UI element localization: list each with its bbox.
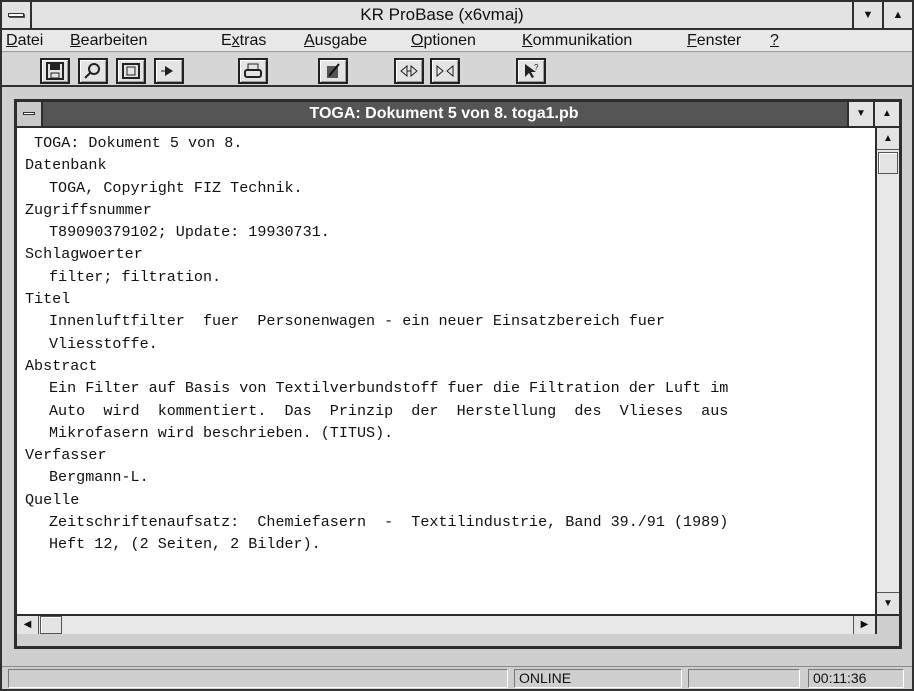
menu-datei[interactable]: Datei: [6, 30, 43, 52]
status-panel-empty: [688, 669, 800, 688]
help-pointer-icon: ?: [525, 63, 539, 78]
menu-ausgabe-label: Ausgabe: [304, 32, 368, 49]
minimize-icon: ▼: [862, 9, 874, 21]
vertical-scroll-thumb[interactable]: [878, 152, 898, 174]
minimize-button[interactable]: ▼: [852, 2, 882, 28]
window-icon: [122, 63, 140, 79]
document-field-label: Schlagwoerter: [25, 245, 143, 264]
app-title: KR ProBase (x6vmaj): [360, 5, 524, 24]
document-text-area[interactable]: TOGA: Dokument 5 von 8. Datenbank TOGA, Co…: [17, 128, 875, 614]
document-title-bar[interactable]: TOGA: Dokument 5 von 8. toga1.pb ▼ ▲: [17, 102, 899, 128]
document-field-value: Bergmann-L.: [49, 468, 149, 487]
save-button[interactable]: [40, 58, 70, 84]
previous-document-button[interactable]: [394, 58, 424, 84]
horizontal-scroll-thumb[interactable]: [40, 616, 62, 634]
document-field-value: Auto wird kommentiert. Das Prinzip der H…: [49, 401, 729, 420]
system-menu-icon: [8, 13, 24, 17]
menu-kommunikation-label: Kommunikation: [522, 32, 633, 49]
document-maximize-button[interactable]: ▲: [873, 102, 899, 126]
print-button[interactable]: [238, 58, 268, 84]
scroll-right-button[interactable]: ▶: [853, 616, 875, 634]
arrow-up-icon: ▲: [883, 133, 893, 144]
status-panel-message: [8, 669, 508, 688]
arrow-down-icon: ▼: [883, 598, 893, 609]
status-connection: ONLINE: [514, 669, 682, 688]
document-field-label: Quelle: [25, 490, 80, 509]
document-field-value: TOGA, Copyright FIZ Technik.: [49, 178, 303, 197]
window-button[interactable]: [116, 58, 146, 84]
document-window: TOGA: Dokument 5 von 8. toga1.pb ▼ ▲ TOG…: [14, 99, 902, 649]
menu-help[interactable]: ?: [770, 30, 779, 52]
navigate-icon: [161, 66, 173, 76]
document-field-value: Innenluftfilter fuer Personenwagen - ein…: [49, 312, 665, 331]
next-document-button[interactable]: [430, 58, 460, 84]
menu-fenster-label: Fenster: [687, 32, 742, 49]
help-pointer-button[interactable]: ?: [516, 58, 546, 84]
next-document-icon: [436, 64, 454, 78]
document-system-menu-button[interactable]: [17, 102, 43, 126]
save-icon: [46, 62, 64, 80]
previous-document-icon: [400, 64, 418, 78]
menu-help-label: ?: [770, 32, 779, 49]
edit-button[interactable]: [318, 58, 348, 84]
document-field-value: T89090379102; Update: 19930731.: [49, 223, 330, 242]
menu-bearbeiten[interactable]: Bearbeiten: [70, 30, 147, 52]
status-time: 00:11:36: [808, 669, 904, 688]
document-title: TOGA: Dokument 5 von 8. toga1.pb: [309, 105, 579, 122]
document-field-label: Zugriffsnummer: [25, 200, 152, 219]
menu-kommunikation[interactable]: Kommunikation: [522, 30, 632, 52]
document-field-value: Ein Filter auf Basis von Textilverbundst…: [49, 379, 729, 398]
menu-ausgabe[interactable]: Ausgabe: [304, 30, 367, 52]
document-field-value: Mikrofasern wird beschrieben. (TITUS).: [49, 423, 394, 442]
document-field-label: Titel: [25, 290, 71, 309]
document-system-menu-icon: [23, 112, 35, 115]
vertical-scrollbar[interactable]: ▲ ▼: [875, 128, 899, 614]
maximize-button[interactable]: ▲: [882, 2, 912, 28]
scroll-down-button[interactable]: ▼: [877, 592, 899, 614]
minimize-icon: ▼: [856, 108, 866, 119]
menu-bearbeiten-label: Bearbeiten: [70, 32, 148, 49]
menu-extras[interactable]: Extras: [221, 30, 266, 52]
app-window: KR ProBase (x6vmaj) ▼ ▲ Datei Bearbeiten…: [0, 0, 914, 691]
system-menu-button[interactable]: [2, 2, 32, 28]
document-field-label: Verfasser: [25, 446, 107, 465]
menu-datei-label: Datei: [6, 32, 44, 49]
maximize-icon: ▲: [892, 9, 904, 21]
document-field-value: Zeitschriftenaufsatz: Chemiefasern - Tex…: [49, 513, 729, 532]
edit-icon: [327, 63, 340, 78]
horizontal-scrollbar[interactable]: ◀ ▶: [17, 614, 875, 634]
document-minimize-button[interactable]: ▼: [847, 102, 873, 126]
scroll-left-button[interactable]: ◀: [17, 616, 39, 634]
document-field-value: Heft 12, (2 Seiten, 2 Bilder).: [49, 535, 321, 554]
document-field-label: Datenbank: [25, 156, 107, 175]
menu-fenster[interactable]: Fenster: [687, 30, 741, 52]
document-field-value: Vliesstoffe.: [49, 334, 158, 353]
app-title-bar[interactable]: KR ProBase (x6vmaj) ▼ ▲: [2, 2, 912, 30]
menu-extras-label: Extras: [221, 32, 267, 49]
print-icon: [244, 63, 262, 78]
document-field-label: TOGA: Dokument 5 von 8.: [25, 134, 243, 152]
status-bar: ONLINE 00:11:36: [2, 666, 912, 689]
arrow-right-icon: ▶: [860, 619, 869, 630]
scrollbar-corner: [875, 614, 899, 634]
scroll-up-button[interactable]: ▲: [877, 128, 899, 150]
svg-text:?: ?: [534, 63, 539, 72]
menu-bar: Datei Bearbeiten Extras Ausgabe Optionen…: [2, 30, 912, 52]
document-field-label: Abstract: [25, 356, 98, 375]
toolbar: ?: [2, 53, 912, 87]
document-field-value: filter; filtration.: [49, 267, 222, 286]
maximize-icon: ▲: [882, 108, 892, 119]
menu-optionen[interactable]: Optionen: [411, 30, 476, 52]
search-icon: [84, 63, 100, 79]
search-button[interactable]: [78, 58, 108, 84]
arrow-left-icon: ◀: [23, 619, 32, 630]
menu-optionen-label: Optionen: [411, 32, 476, 49]
navigate-button[interactable]: [154, 58, 184, 84]
